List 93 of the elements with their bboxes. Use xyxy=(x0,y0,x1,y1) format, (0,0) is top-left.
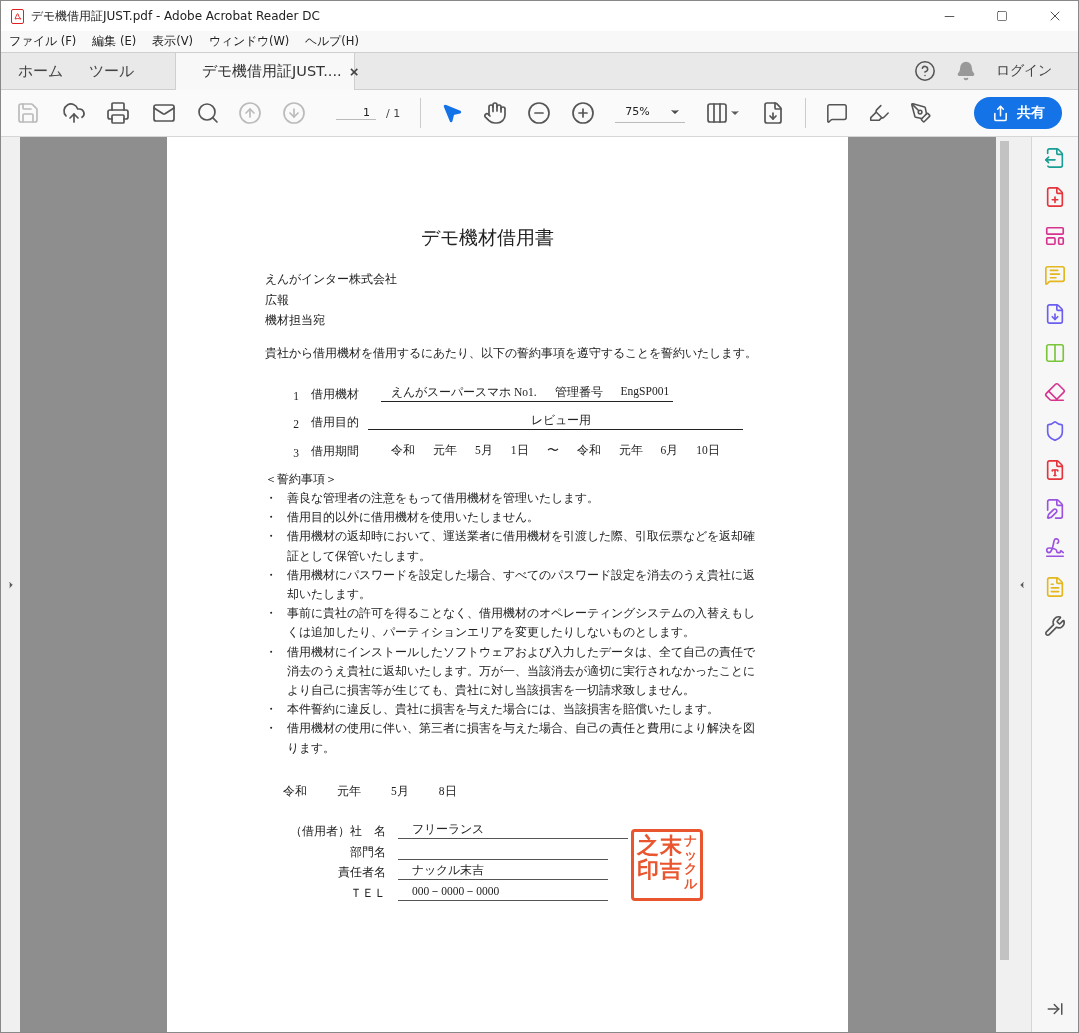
item-value: 元年 xyxy=(433,442,457,458)
item-value: EngSP001 xyxy=(620,384,670,400)
date-part: 5月 xyxy=(391,783,409,799)
zoom-out-icon[interactable] xyxy=(527,101,552,125)
item-number: 1 xyxy=(292,389,299,402)
intro-text: 貴社から借用機材を借用するにあたり、以下の誓約事項を遵守することを誓約いたします。 xyxy=(265,345,758,361)
pledge-text: 借用機材にインストールしたソフトウェアおよび入力したデータは、全て自己の責任で消去のうえ貴社に返却いたします。万が一、当該消去が適切に実行されなかったことにより自己に損害等が生じても、貴社に対し当該損害を一切請求致しません。 xyxy=(287,644,756,699)
item-value: 令和 xyxy=(391,442,415,458)
addressee-line: 広報 xyxy=(265,292,290,308)
pledge-text: 借用機材にパスワードを設定した場合、すべてのパスワード設定を消去のうえ貴社に返却いたします。 xyxy=(287,567,756,602)
menu-item[interactable]: 編集 (E) xyxy=(92,34,137,49)
page-number-field[interactable]: 1 xyxy=(336,106,376,120)
nav-tab[interactable]: ホーム xyxy=(5,53,76,89)
zoom-in-icon[interactable] xyxy=(571,101,596,125)
window-title: デモ機借用証JUST.pdf - Adobe Acrobat Reader DC xyxy=(31,7,321,25)
layout-icon[interactable] xyxy=(1044,225,1066,247)
item-label: 借用期間 xyxy=(311,443,360,459)
pledge-text: 借用機材の使用に伴い、第三者に損害を与えた場合、自己の責任と費用により解決を図ります。 xyxy=(287,721,756,756)
signer-label: ＴＥＬ xyxy=(349,885,387,901)
pen-signature-icon[interactable] xyxy=(1044,498,1066,520)
bullet: ・ xyxy=(265,529,278,545)
search-icon[interactable] xyxy=(196,101,220,125)
pledge-text: 本件誓約に違反し、貴社に損害を与えた場合には、当該損害を賠償いたします。 xyxy=(287,702,720,718)
maximize-icon[interactable] xyxy=(996,10,1008,22)
page-total: / 1 xyxy=(386,106,401,120)
pledge-text: 借用機材の返却時において、運送業者に借用機材を引渡した際、引取伝票などを返却確証として保管いたします。 xyxy=(287,529,756,564)
highlighter-icon[interactable] xyxy=(868,102,891,124)
menu-item[interactable]: ウィンドウ(W) xyxy=(209,34,290,49)
item-value: えんがスーパースマホ No1. xyxy=(391,384,537,400)
date-part: 元年 xyxy=(337,783,361,799)
signature-icon[interactable] xyxy=(1044,537,1066,559)
item-number: 2 xyxy=(292,418,299,430)
item-number: 3 xyxy=(292,446,299,459)
signer-label: （借用者）社 名 xyxy=(289,824,387,840)
item-value: 6月 xyxy=(660,442,679,458)
signer-field: フリーランス xyxy=(398,822,628,840)
item-value: 令和 xyxy=(576,442,601,458)
pledge-text: 借用目的以外に借用機材を使用いたしません。 xyxy=(287,510,540,526)
wrench-plus-icon[interactable] xyxy=(1044,615,1066,637)
addressee-line: えんがインター株式会社 xyxy=(265,272,398,287)
share-icon xyxy=(991,104,1009,122)
pointer-icon[interactable] xyxy=(441,102,464,124)
menu-item[interactable]: 表示(V) xyxy=(152,34,193,49)
zoom-dropdown[interactable]: 75% xyxy=(615,103,686,123)
pledge-heading: ＜誓約事項＞ xyxy=(265,471,338,487)
date-part: 8日 xyxy=(438,783,457,799)
bullet: ・ xyxy=(265,491,278,506)
date-part: 令和 xyxy=(283,783,307,799)
item-value: 元年 xyxy=(618,442,643,458)
file-icon[interactable] xyxy=(1044,459,1066,481)
pledge-text: 善良な管理者の注意をもって借用機材を管理いたします。 xyxy=(287,491,600,507)
item-value: 1日 xyxy=(510,442,529,458)
signer-label: 責任者名 xyxy=(337,865,387,881)
signer-field: 000－0000－0000 xyxy=(398,883,608,901)
pdf-file-icon xyxy=(11,8,24,24)
addressee-line: 機材担当宛 xyxy=(265,313,326,328)
shield-icon[interactable] xyxy=(1044,420,1066,442)
item-value: 管理番号 xyxy=(554,384,603,400)
item-label: 借用機材 xyxy=(311,386,360,402)
collapse-panel-icon[interactable] xyxy=(1046,1000,1064,1018)
item-value: 10日 xyxy=(696,442,720,458)
bullet: ・ xyxy=(265,606,278,622)
menu-item[interactable]: ヘルプ(H) xyxy=(305,34,359,49)
scrollbar[interactable] xyxy=(996,137,1012,1032)
file-plus-icon[interactable] xyxy=(1044,186,1066,208)
bullet: ・ xyxy=(265,510,278,526)
bullet: ・ xyxy=(265,644,278,660)
item-value: 5月 xyxy=(475,442,493,458)
item-label: 借用目的 xyxy=(311,415,360,430)
pledge-text: 事前に貴社の許可を得ることなく、借用機材のオペレーティングシステムの入替えもしくは追加したり、パーティションエリアを変更したりしないものとします。 xyxy=(287,606,756,641)
item-value: レビュー用 xyxy=(530,413,591,428)
signer-field: ナックル末吉 xyxy=(398,863,608,881)
bullet: ・ xyxy=(265,567,278,583)
hand-icon[interactable] xyxy=(483,101,508,125)
document-tab-label: デモ機借用証JUST.... xyxy=(202,62,342,81)
menu-item[interactable]: ファイル (F) xyxy=(9,34,77,49)
bullet: ・ xyxy=(265,702,278,718)
redact-icon[interactable] xyxy=(1044,381,1066,403)
document-title: デモ機材借用書 xyxy=(420,226,555,250)
signer-label: 部門名 xyxy=(349,844,387,860)
combine-files-icon[interactable] xyxy=(1044,303,1066,325)
item-value: 〜 xyxy=(546,442,559,458)
file-export-icon[interactable] xyxy=(1044,147,1066,169)
login-button[interactable]: ログイン xyxy=(976,53,1078,89)
cloud-upload-icon[interactable] xyxy=(62,101,86,125)
fit-page-icon[interactable] xyxy=(705,101,742,125)
mail-icon[interactable] xyxy=(152,101,176,125)
comment-icon[interactable] xyxy=(826,102,849,124)
nav-tab[interactable]: ツール xyxy=(76,53,147,89)
print-icon[interactable] xyxy=(106,101,130,125)
share-button[interactable]: 共有 xyxy=(974,97,1062,129)
bullet: ・ xyxy=(265,721,278,737)
pen-icon[interactable] xyxy=(910,102,933,124)
